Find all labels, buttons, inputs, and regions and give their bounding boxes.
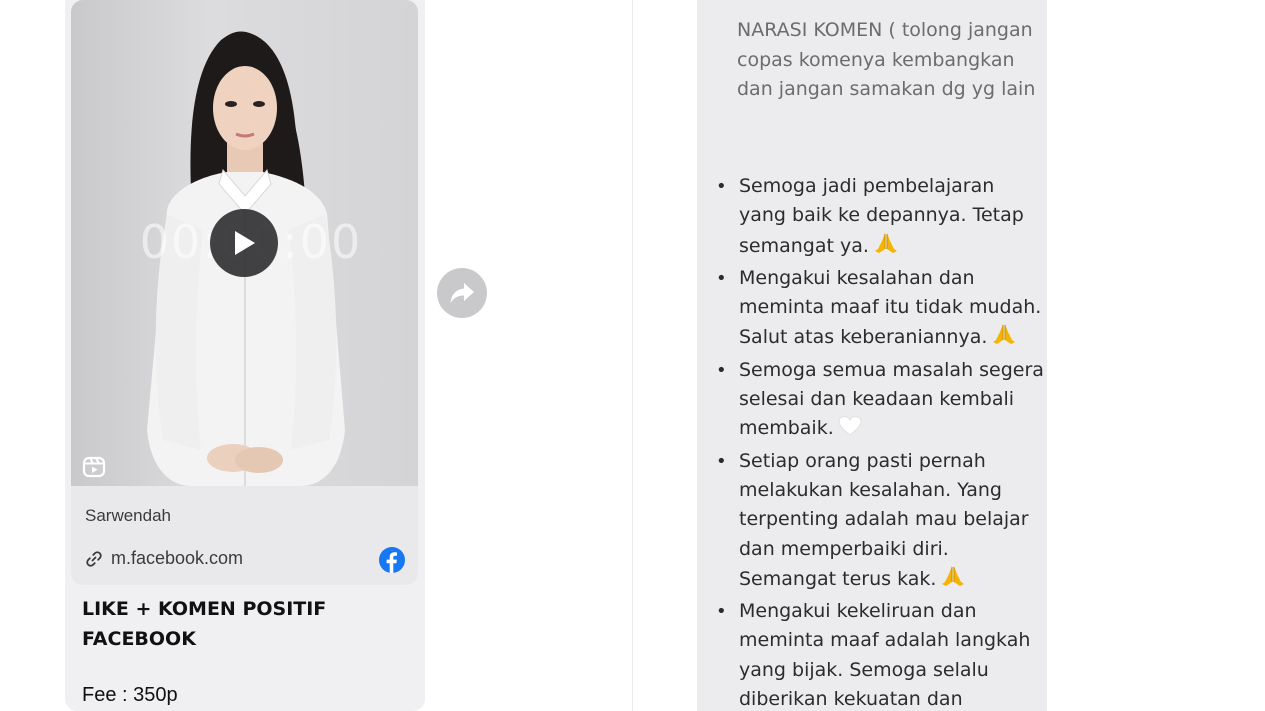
- white-heart-emoji: [838, 415, 862, 446]
- list-item: • Semoga jadi pembelajaran yang baik ke …: [715, 172, 1045, 264]
- list-item: • Mengakui kekeliruan dan meminta maaf a…: [715, 597, 1045, 711]
- comment-text: Semoga semua masalah segera selesai dan …: [739, 358, 1044, 440]
- message-header: NARASI KOMEN ( tolong jangan copas komen…: [737, 19, 1036, 100]
- bullet: •: [716, 176, 727, 197]
- link-url[interactable]: m.facebook.com: [111, 548, 243, 569]
- facebook-logo-icon: [379, 547, 405, 573]
- video-thumbnail[interactable]: 00:00:00: [71, 0, 418, 486]
- post-fee: Fee : 350p: [82, 684, 178, 706]
- bullet: •: [716, 450, 727, 472]
- share-button[interactable]: [437, 268, 487, 318]
- bullet: •: [716, 267, 727, 289]
- comment-text: Setiap orang pasti pernah melakukan kesa…: [739, 449, 1029, 590]
- message-bubble: NARASI KOMEN ( tolong jangan copas komen…: [697, 0, 1047, 711]
- list-item: • Semoga semua masalah segera selesai da…: [715, 356, 1045, 447]
- column-divider: [632, 0, 633, 711]
- share-arrow-icon: [450, 283, 474, 303]
- link-row[interactable]: m.facebook.com: [85, 548, 243, 569]
- link-preview-card[interactable]: 00:00:00 Sarwendah m.facebook.com: [71, 0, 418, 585]
- pray-emoji: [873, 231, 899, 264]
- post-title: LIKE + KOMEN POSITIF FACEBOOK: [82, 598, 327, 650]
- list-item: • Setiap orang pasti pernah melakukan ke…: [715, 447, 1045, 597]
- bullet: •: [716, 359, 727, 381]
- play-icon: [235, 231, 255, 255]
- reels-icon: [82, 456, 106, 478]
- bullet: •: [716, 601, 727, 623]
- pray-emoji: [940, 564, 966, 597]
- source-name: Sarwendah: [85, 506, 172, 525]
- pray-emoji: [991, 322, 1017, 355]
- list-item: • Mengakui kesalahan dan meminta maaf it…: [715, 264, 1045, 356]
- link-icon: [86, 550, 102, 567]
- play-button[interactable]: [210, 209, 278, 277]
- comment-list: • Semoga jadi pembelajaran yang baik ke …: [715, 172, 1045, 711]
- comment-text: Mengakui kekeliruan dan meminta maaf ada…: [739, 600, 1031, 711]
